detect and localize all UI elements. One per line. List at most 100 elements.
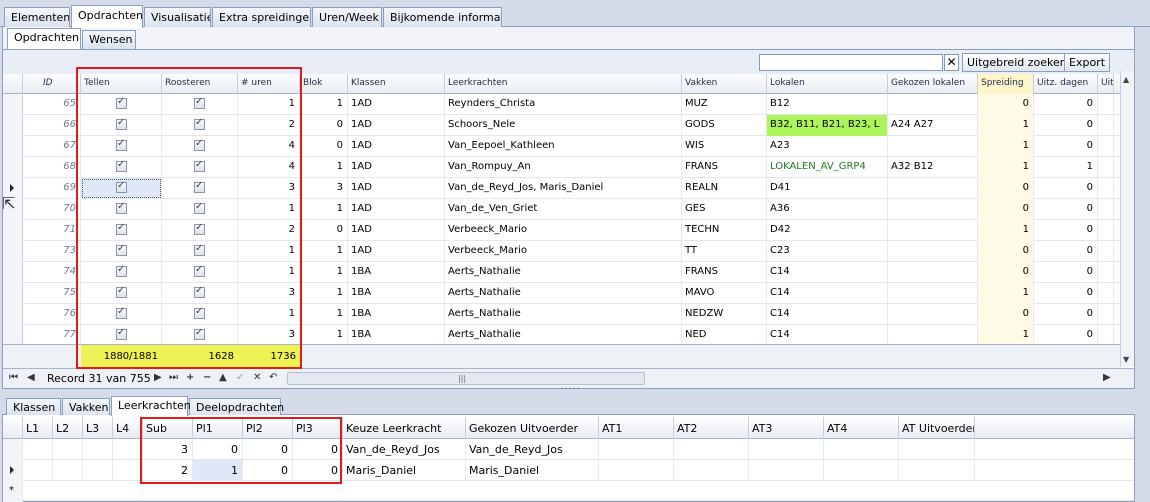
row-indicator[interactable]	[3, 262, 23, 283]
cell-uren[interactable]: 2	[238, 115, 300, 136]
col-header-l2[interactable]: L2	[53, 417, 83, 439]
cell-uren[interactable]: 1	[238, 199, 300, 220]
cell-tellen-checkbox[interactable]	[81, 325, 162, 346]
checked-checkbox-icon[interactable]	[116, 180, 127, 193]
cell-id[interactable]: 71	[23, 220, 81, 241]
cell-roosteren-checkbox[interactable]	[162, 241, 238, 262]
cell-uit[interactable]	[1098, 136, 1114, 157]
cell-l1[interactable]	[23, 439, 53, 460]
cell-gekozen-lokalen[interactable]: A32 B12	[888, 157, 978, 178]
cell-gekozen-uitvoerder[interactable]: Van_de_Reyd_Jos	[466, 439, 599, 460]
cell-gekozen-lokalen[interactable]	[888, 199, 978, 220]
cell-klassen[interactable]: 1AD	[348, 199, 445, 220]
cell-id[interactable]: 65	[23, 94, 81, 115]
col-header-at-uitvoerder[interactable]: AT Uitvoerder	[899, 417, 975, 439]
cell-roosteren-checkbox[interactable]	[162, 199, 238, 220]
prev-record-icon[interactable]: ◀	[27, 372, 35, 383]
cell-tellen-checkbox[interactable]	[81, 178, 162, 199]
cell-uit[interactable]	[1098, 178, 1114, 199]
table-row[interactable]: 70111ADVan_de_Ven_GrietGESA3600	[3, 199, 1134, 220]
row-indicator[interactable]	[3, 283, 23, 304]
table-row[interactable]: 71201ADVerbeeck_MarioTECHND4210	[3, 220, 1134, 241]
cell-uitz-dagen[interactable]: 0	[1034, 220, 1098, 241]
table-row[interactable]: 66201ADSchoors_NeleGODSB32, B11, B21, B2…	[3, 115, 1134, 136]
cell-leerkrachten[interactable]: Van_Eepoel_Kathleen	[445, 136, 682, 157]
cell-klassen[interactable]: 1AD	[348, 136, 445, 157]
save-record-icon[interactable]: ✓	[236, 372, 244, 383]
cell-vakken[interactable]: NEDZW	[682, 304, 767, 325]
cell-l2[interactable]	[53, 439, 83, 460]
cell-vakken[interactable]: TT	[682, 241, 767, 262]
col-header-pl1[interactable]: Pl1	[193, 417, 243, 439]
cancel-record-icon[interactable]: ✕	[253, 372, 261, 383]
subtab-opdrachten[interactable]: Opdrachten	[7, 28, 81, 49]
cell-uit[interactable]	[1098, 304, 1114, 325]
cell-id[interactable]: 77	[23, 325, 81, 346]
delete-record-icon[interactable]: −	[203, 372, 211, 383]
cell-uit[interactable]	[1098, 262, 1114, 283]
cell-at4[interactable]	[824, 460, 899, 481]
tab-bijkomende-informatie[interactable]: Bijkomende informatie	[383, 7, 502, 27]
cell-vakken[interactable]: MAVO	[682, 283, 767, 304]
cell-spreiding[interactable]: 1	[978, 220, 1034, 241]
detail-row[interactable]: 2 1 0 0 Maris_Daniel Maris_Daniel	[3, 460, 1134, 481]
cell-blok[interactable]: 0	[300, 220, 348, 241]
cell-roosteren-checkbox[interactable]	[162, 178, 238, 199]
row-indicator[interactable]	[3, 136, 23, 157]
scroll-up-icon[interactable]: ▲	[1123, 75, 1129, 84]
cell-id[interactable]: 74	[23, 262, 81, 283]
cell-uren[interactable]: 1	[238, 304, 300, 325]
cell-uitz-dagen[interactable]: 1	[1034, 157, 1098, 178]
cell-l3[interactable]	[83, 439, 113, 460]
cell-tellen-checkbox[interactable]	[81, 241, 162, 262]
col-header-keuze-leerkracht[interactable]: Keuze Leerkracht	[343, 417, 466, 439]
cell-uren[interactable]: 2	[238, 220, 300, 241]
table-row[interactable]: 68411ADVan_Rompuy_AnFRANSLOKALEN_AV_GRP4…	[3, 157, 1134, 178]
cell-spreiding[interactable]: 1	[978, 136, 1034, 157]
table-row[interactable]: 77311BAAerts_NathalieNEDC1410	[3, 325, 1134, 346]
cell-roosteren-checkbox[interactable]	[162, 136, 238, 157]
new-row[interactable]: *	[3, 481, 1134, 502]
row-indicator[interactable]	[3, 157, 23, 178]
table-row[interactable]: 65111ADReynders_ChristaMUZB1200	[3, 94, 1134, 115]
cell-at-uitvoerder[interactable]	[899, 439, 975, 460]
checked-checkbox-icon[interactable]	[116, 264, 127, 277]
cell-blok[interactable]: 1	[300, 283, 348, 304]
cell-gekozen-lokalen[interactable]	[888, 241, 978, 262]
filter-record-icon[interactable]: ↶	[269, 372, 277, 383]
tab-vakken[interactable]: Vakken	[62, 398, 110, 415]
cell-klassen[interactable]: 1BA	[348, 283, 445, 304]
cell-leerkrachten[interactable]: Verbeeck_Mario	[445, 241, 682, 262]
cell-roosteren-checkbox[interactable]	[162, 220, 238, 241]
cell-uren[interactable]: 1	[238, 262, 300, 283]
cell-tellen-checkbox[interactable]	[81, 115, 162, 136]
cell-gekozen-lokalen[interactable]: A24 A27	[888, 115, 978, 136]
cell-leerkrachten[interactable]: Aerts_Nathalie	[445, 304, 682, 325]
cell-uitz-dagen[interactable]: 0	[1034, 241, 1098, 262]
tab-uren-week[interactable]: Uren/Week	[312, 7, 382, 27]
cell-uitz-dagen[interactable]: 0	[1034, 115, 1098, 136]
cell-l3[interactable]	[83, 460, 113, 481]
cell-sub[interactable]: 2	[143, 460, 193, 481]
cell-keuze-leerkracht[interactable]: Maris_Daniel	[343, 460, 466, 481]
cell-klassen[interactable]: 1AD	[348, 94, 445, 115]
cell-tellen-checkbox[interactable]	[81, 136, 162, 157]
cell-leerkrachten[interactable]: Van_Rompuy_An	[445, 157, 682, 178]
cell-vakken[interactable]: REALN	[682, 178, 767, 199]
col-header-l4[interactable]: L4	[113, 417, 143, 439]
tab-extra-spreidingen[interactable]: Extra spreidingen	[212, 7, 311, 27]
cell-blok[interactable]: 1	[300, 94, 348, 115]
col-header-pl2[interactable]: Pl2	[243, 417, 293, 439]
col-header-vakken[interactable]: Vakken	[682, 74, 767, 94]
checked-checkbox-icon[interactable]	[116, 201, 127, 214]
tab-leerkrachten[interactable]: Leerkrachten	[111, 396, 191, 416]
vertical-scrollbar[interactable]: ▲ ▼	[1120, 71, 1134, 367]
cell-uit[interactable]	[1098, 199, 1114, 220]
cell-spreiding[interactable]: 0	[978, 241, 1034, 262]
search-input[interactable]	[759, 54, 943, 71]
cell-lokalen[interactable]: D41	[767, 178, 888, 199]
cell-uit[interactable]	[1098, 94, 1114, 115]
checked-checkbox-icon[interactable]	[194, 180, 205, 193]
cell-leerkrachten[interactable]: Aerts_Nathalie	[445, 283, 682, 304]
checked-checkbox-icon[interactable]	[194, 306, 205, 319]
